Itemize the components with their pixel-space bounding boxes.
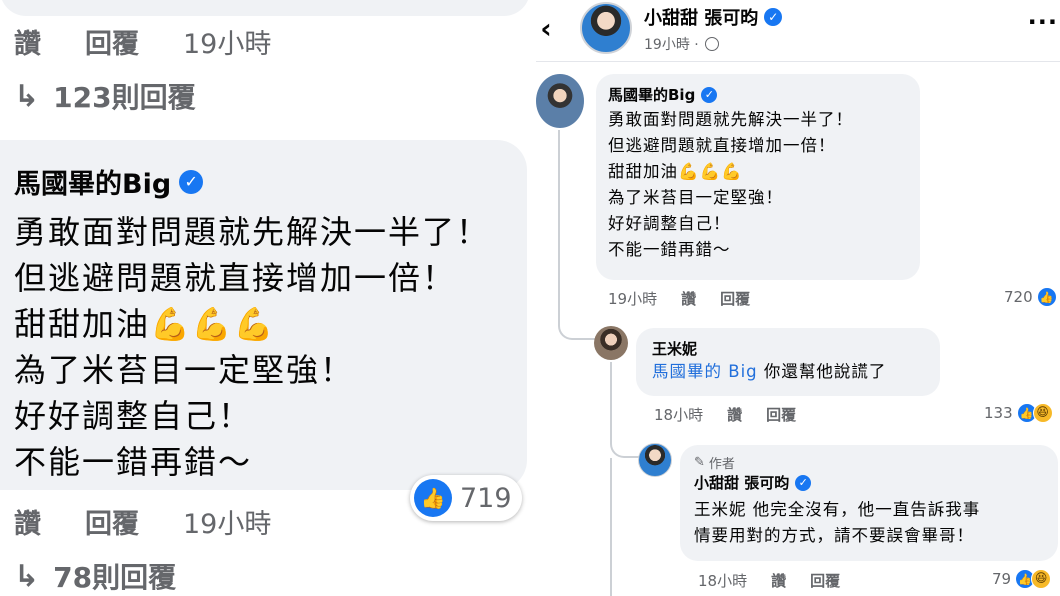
haha-icon: 😆 (1031, 569, 1052, 589)
reply-action[interactable]: 回覆 (85, 22, 139, 61)
comment-bubble: 馬國畢的Big ✓ 勇敢面對問題就先解決一半了！ 但逃避問題就直接增加一倍！ 甜… (0, 140, 527, 490)
comment-line-2: 但逃避問題就直接增加一倍！ (14, 259, 457, 297)
author-name[interactable]: 馬國畢的Big (608, 84, 695, 105)
previous-comment-bubble (0, 0, 530, 16)
reply-arrow-icon: ↳ (14, 78, 40, 114)
reply-actions: 18小時 讚 回覆 (654, 404, 820, 425)
like-count: 79 (992, 570, 1012, 588)
verified-badge-icon: ✓ (764, 8, 783, 26)
author-name[interactable]: 馬國畢的Big (14, 162, 171, 201)
reaction-count-pill[interactable]: 👍 719 (410, 475, 522, 521)
reaction-count[interactable]: 720 👍 (1004, 287, 1057, 307)
comment-line-5: 好好調整自己！ (14, 397, 253, 435)
comment-line-5: 好好調整自己！ (608, 214, 731, 233)
author-tag-label: 作者 (708, 457, 735, 472)
view-replies-link[interactable]: ↳ 123則回覆 (14, 76, 196, 116)
left-zoom-panel: 讚 回覆 19小時 ↳ 123則回覆 馬國畢的Big ✓ 勇敢面對問題就先解決一… (0, 0, 533, 596)
post-time[interactable]: 19小時 · (644, 34, 699, 54)
replies-count: 78則回覆 (53, 561, 177, 594)
reply-author[interactable]: 小甜甜 張可昀 ✓ (694, 472, 1044, 493)
page-avatar[interactable] (580, 2, 632, 54)
comment-line-1: 勇敢面對問題就先解決一半了！ (608, 110, 853, 129)
comment-bubble: 馬國畢的Big ✓ 勇敢面對問題就先解決一半了！ 但逃避問題就直接增加一倍！ 甜… (596, 74, 920, 280)
reply-bubble: 王米妮 馬國畢的 Big 你還幫他說謊了 (636, 328, 940, 396)
view-replies-link[interactable]: ↳ 78則回覆 (14, 556, 176, 596)
verified-badge-icon: ✓ (795, 474, 812, 491)
author-avatar[interactable] (638, 443, 672, 477)
reaction-count[interactable]: 79 👍 😆 (992, 569, 1052, 589)
like-count: 720 (1004, 288, 1033, 306)
thumbs-up-icon: 👍 (1036, 287, 1057, 307)
post-header: ‹ 小甜甜 張可昀 ✓ 19小時 · ··· (536, 0, 1060, 62)
like-count: 133 (984, 404, 1013, 422)
author-tag: ✎ 作者 (694, 453, 1044, 472)
commenter-avatar[interactable] (594, 326, 628, 360)
mention-link[interactable]: 馬國畢的 Big (652, 362, 758, 381)
pencil-icon: ✎ (694, 455, 705, 470)
comment-time: 19小時 (183, 509, 272, 540)
comment-line-6: 不能一錯再錯～ (608, 240, 731, 259)
like-action[interactable]: 讚 (727, 404, 742, 425)
verified-badge-icon: ✓ (179, 169, 204, 194)
haha-icon: 😆 (1032, 403, 1053, 423)
comment-line-4: 為了米苔目一定堅強！ (14, 351, 355, 389)
reply-bubble: ✎ 作者 小甜甜 張可昀 ✓ 王米妮 他完全沒有，他一直告訴我事 情要用對的方式… (680, 445, 1058, 561)
like-action[interactable]: 讚 (681, 288, 696, 309)
reply-author[interactable]: 王米妮 (652, 338, 924, 359)
commenter-avatar[interactable] (536, 74, 584, 128)
post-meta: 19小時 · (644, 34, 719, 54)
comment-time[interactable]: 19小時 (608, 288, 657, 309)
reply-action[interactable]: 回覆 (810, 570, 840, 591)
like-action[interactable]: 讚 (14, 502, 41, 541)
comment-line-3-text: 甜甜加油 (608, 162, 678, 181)
reply-arrow-icon: ↳ (14, 558, 40, 594)
like-count: 719 (460, 482, 512, 514)
comment-line-2: 但逃避問題就直接增加一倍！ (608, 136, 836, 155)
reply-time[interactable]: 18小時 (698, 570, 747, 591)
reply-line-1: 王米妮 他完全沒有，他一直告訴我事 (694, 500, 981, 519)
globe-icon (704, 37, 719, 51)
flexed-biceps-icon: 💪💪💪 (150, 305, 276, 343)
comment-line-3: 甜甜加油💪💪💪 (608, 159, 908, 185)
comment-line-1: 勇敢面對問題就先解決一半了！ (14, 213, 491, 251)
thread-connector (610, 458, 612, 596)
like-action[interactable]: 讚 (14, 22, 41, 61)
comment-actions-bottom: 讚 回覆 19小時 (14, 502, 271, 541)
right-post-panel: ‹ 小甜甜 張可昀 ✓ 19小時 · ··· 馬國畢的Big ✓ 勇敢面對問題就… (536, 0, 1060, 596)
comment-line-3-text: 甜甜加油 (14, 305, 151, 343)
comment-author[interactable]: 馬國畢的Big ✓ (608, 84, 908, 105)
reply-action[interactable]: 回覆 (85, 502, 139, 541)
page-name[interactable]: 小甜甜 張可昀 (644, 4, 758, 30)
comment-author[interactable]: 馬國畢的Big ✓ (14, 162, 527, 201)
comment-actions: 19小時 讚 回覆 (608, 288, 774, 309)
comment-time: 19小時 (183, 29, 272, 60)
flexed-biceps-icon: 💪💪💪 (678, 162, 743, 181)
comment-actions-top: 讚 回覆 19小時 (14, 22, 271, 61)
reply-text-body: 你還幫他說謊了 (757, 362, 887, 381)
reaction-count[interactable]: 133 👍 😆 (984, 403, 1053, 423)
replies-count: 123則回覆 (53, 81, 196, 114)
reply-action[interactable]: 回覆 (766, 404, 796, 425)
author-name[interactable]: 小甜甜 張可昀 (694, 472, 789, 493)
reply-actions: 18小時 讚 回覆 (698, 570, 864, 591)
more-options-icon[interactable]: ··· (1028, 8, 1058, 36)
thumbs-up-icon: 👍 (414, 479, 452, 517)
comment-line-3: 甜甜加油💪💪💪 (14, 301, 527, 347)
reply-line-2: 情要用對的方式，請不要誤會畢哥！ (694, 526, 974, 545)
reply-action[interactable]: 回覆 (720, 288, 750, 309)
reply-time[interactable]: 18小時 (654, 404, 703, 425)
back-chevron-icon[interactable]: ‹ (536, 12, 556, 45)
page-title[interactable]: 小甜甜 張可昀 ✓ (644, 4, 783, 30)
like-action[interactable]: 讚 (771, 570, 786, 591)
comment-line-4: 為了米苔目一定堅強！ (608, 188, 783, 207)
reply-text: 馬國畢的 Big 你還幫他說謊了 (652, 359, 924, 385)
verified-badge-icon: ✓ (701, 86, 718, 103)
